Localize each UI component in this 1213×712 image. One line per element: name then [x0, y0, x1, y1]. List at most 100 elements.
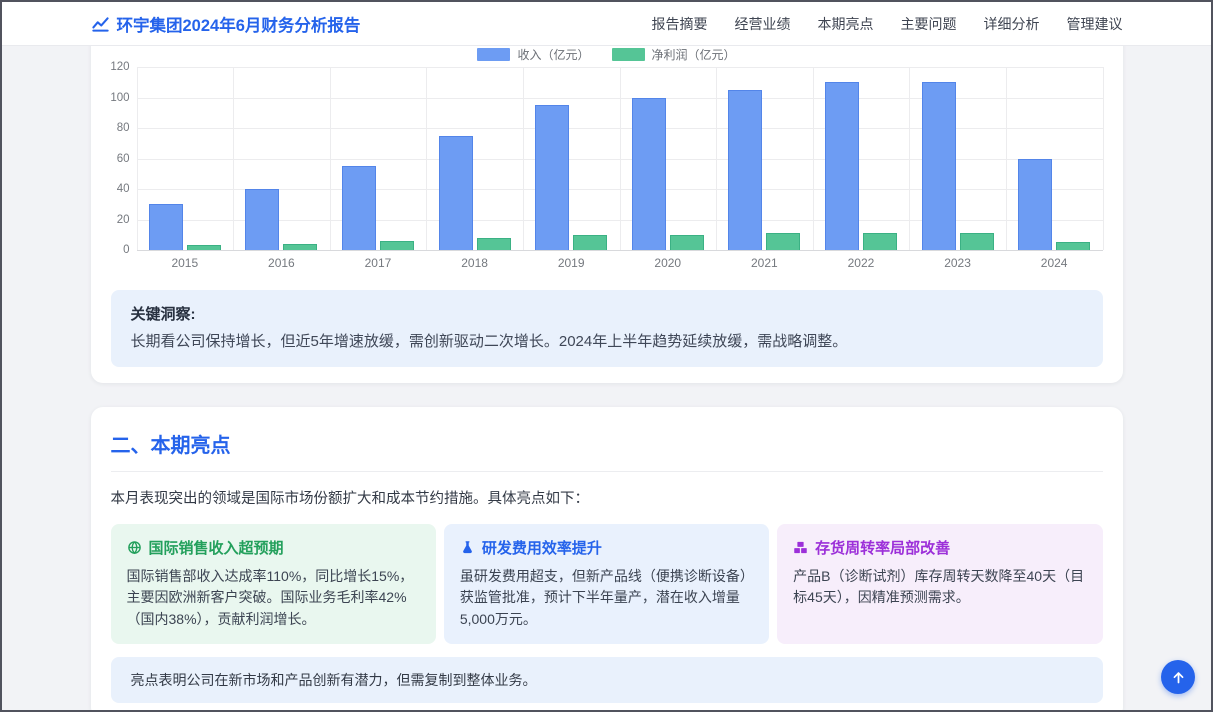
- insight-text: 长期看公司保持增长，但近5年增速放缓，需创新驱动二次增长。2024年上半年趋势延…: [131, 331, 1083, 354]
- highlight-title-text: 国际销售收入超预期: [149, 537, 284, 558]
- page-title: 环宇集团2024年6月财务分析报告: [117, 12, 361, 36]
- bar-group-2022: [813, 67, 910, 250]
- legend-swatch: [477, 48, 510, 61]
- chart-plot: [137, 67, 1103, 250]
- bar-group-2021: [716, 67, 813, 250]
- bar: [1018, 159, 1052, 251]
- nav-item[interactable]: 经营业绩: [735, 14, 791, 34]
- key-insight-box: 关键洞察: 长期看公司保持增长，但近5年增速放缓，需创新驱动二次增长。2024年…: [111, 290, 1103, 367]
- chart-legend: 收入（亿元） 净利润（亿元）: [111, 47, 1103, 61]
- chart-y-axis: 020406080100120: [111, 67, 137, 250]
- section-title: 二、本期亮点: [111, 429, 1103, 472]
- bar: [728, 90, 762, 250]
- x-tick-label: 2015: [137, 256, 234, 270]
- bar-group-2023: [909, 67, 1006, 250]
- highlight-title: 国际销售收入超预期: [127, 537, 420, 558]
- x-tick-label: 2021: [716, 256, 813, 270]
- highlights-summary-box: 亮点表明公司在新市场和产品创新有潜力，但需复制到整体业务。: [111, 657, 1103, 703]
- bar: [960, 233, 994, 250]
- bar-chart: 020406080100120: [111, 67, 1103, 250]
- highlight-cards: 国际销售收入超预期 国际销售部收入达成率110%，同比增长15%，主要因欧洲新客…: [111, 524, 1103, 644]
- x-tick-label: 2016: [233, 256, 330, 270]
- x-tick-label: 2020: [619, 256, 716, 270]
- bar-group-2017: [330, 67, 427, 250]
- bar: [342, 166, 376, 250]
- bar: [863, 233, 897, 250]
- bar-group-2020: [619, 67, 716, 250]
- legend-item[interactable]: 收入（亿元）: [477, 46, 589, 63]
- bar-group-2015: [137, 67, 234, 250]
- highlight-title-text: 存货周转率局部改善: [815, 537, 950, 558]
- report-title-brand: 环宇集团2024年6月财务分析报告: [91, 12, 361, 36]
- nav-menu: 报告摘要 经营业绩 本期亮点 主要问题 详细分析 管理建议: [652, 14, 1123, 34]
- top-navbar: 环宇集团2024年6月财务分析报告 报告摘要 经营业绩 本期亮点 主要问题 详细分析 管理…: [2, 2, 1211, 46]
- bar: [283, 244, 317, 250]
- nav-item[interactable]: 管理建议: [1067, 14, 1123, 34]
- highlight-text: 国际销售部收入达成率110%，同比增长15%，主要因欧洲新客户突破。国际业务毛利…: [127, 566, 420, 631]
- highlight-title-text: 研发费用效率提升: [482, 537, 602, 558]
- arrow-up-icon: [1171, 670, 1186, 685]
- insight-label: 关键洞察:: [131, 303, 1083, 324]
- section-intro: 本月表现突出的领域是国际市场份额扩大和成本节约措施。具体亮点如下：: [111, 487, 1103, 508]
- x-tick-label: 2022: [813, 256, 910, 270]
- nav-item[interactable]: 本期亮点: [818, 14, 874, 34]
- bar: [573, 235, 607, 250]
- line-chart-icon: [91, 14, 110, 33]
- bar-groups: [137, 67, 1103, 250]
- bar: [535, 105, 569, 250]
- legend-swatch: [612, 48, 645, 61]
- bar: [187, 245, 221, 250]
- x-tick-label: 2018: [426, 256, 523, 270]
- bar: [245, 189, 279, 250]
- y-tick-label: 20: [117, 214, 130, 226]
- highlight-text: 虽研发费用超支，但新产品线（便携诊断设备）获监管批准，预计下半年量产，潜在收入增…: [460, 566, 753, 631]
- cubes-icon: [793, 540, 808, 555]
- legend-label: 收入（亿元）: [517, 46, 589, 63]
- bar: [825, 82, 859, 250]
- bar: [922, 82, 956, 250]
- highlights-section-card: 二、本期亮点 本月表现突出的领域是国际市场份额扩大和成本节约措施。具体亮点如下：…: [91, 407, 1123, 711]
- x-tick-label: 2023: [909, 256, 1006, 270]
- y-tick-label: 100: [110, 92, 129, 104]
- bar-group-2016: [233, 67, 330, 250]
- highlight-title: 存货周转率局部改善: [793, 537, 1086, 558]
- highlight-card-international-sales: 国际销售收入超预期 国际销售部收入达成率110%，同比增长15%，主要因欧洲新客…: [111, 524, 436, 644]
- bar: [670, 235, 704, 250]
- bar-group-2018: [426, 67, 523, 250]
- page: 环宇集团2024年6月财务分析报告 报告摘要 经营业绩 本期亮点 主要问题 详细分析 管理…: [0, 0, 1213, 712]
- y-tick-label: 40: [117, 183, 130, 195]
- x-tick-label: 2017: [330, 256, 427, 270]
- bar-group-2024: [1006, 67, 1103, 250]
- bar: [766, 233, 800, 250]
- bar: [149, 204, 183, 250]
- legend-item[interactable]: 净利润（亿元）: [612, 46, 736, 63]
- bar: [1056, 242, 1090, 250]
- bar: [477, 238, 511, 250]
- gridline: [137, 250, 1103, 251]
- bar: [439, 136, 473, 250]
- bar-group-2019: [523, 67, 620, 250]
- flask-icon: [460, 540, 475, 555]
- bar: [632, 98, 666, 251]
- back-to-top-button[interactable]: [1161, 660, 1195, 694]
- y-tick-label: 0: [123, 244, 129, 256]
- nav-item[interactable]: 详细分析: [984, 14, 1040, 34]
- x-tick-label: 2019: [523, 256, 620, 270]
- y-tick-label: 80: [117, 122, 130, 134]
- legend-label: 净利润（亿元）: [652, 46, 736, 63]
- y-tick-label: 60: [117, 153, 130, 165]
- highlight-card-rd-efficiency: 研发费用效率提升 虽研发费用超支，但新产品线（便携诊断设备）获监管批准，预计下半…: [444, 524, 769, 644]
- y-tick-label: 120: [110, 61, 129, 73]
- x-tick-label: 2024: [1006, 256, 1103, 270]
- nav-item[interactable]: 报告摘要: [652, 14, 708, 34]
- gridline: [1103, 67, 1104, 250]
- nav-item[interactable]: 主要问题: [901, 14, 957, 34]
- globe-icon: [127, 540, 142, 555]
- chart-x-axis: 2015201620172018201920202021202220232024: [137, 256, 1103, 270]
- revenue-profit-chart-card: 收入（亿元）净利润（亿元） 020406080100120 2015201620…: [91, 46, 1123, 383]
- page-content: 收入（亿元）净利润（亿元） 020406080100120 2015201620…: [2, 46, 1211, 710]
- highlight-card-inventory-turnover: 存货周转率局部改善 产品B（诊断试剂）库存周转天数降至40天（目标45天），因精…: [777, 524, 1102, 644]
- highlight-title: 研发费用效率提升: [460, 537, 753, 558]
- highlight-text: 产品B（诊断试剂）库存周转天数降至40天（目标45天），因精准预测需求。: [793, 566, 1086, 609]
- bar: [380, 241, 414, 250]
